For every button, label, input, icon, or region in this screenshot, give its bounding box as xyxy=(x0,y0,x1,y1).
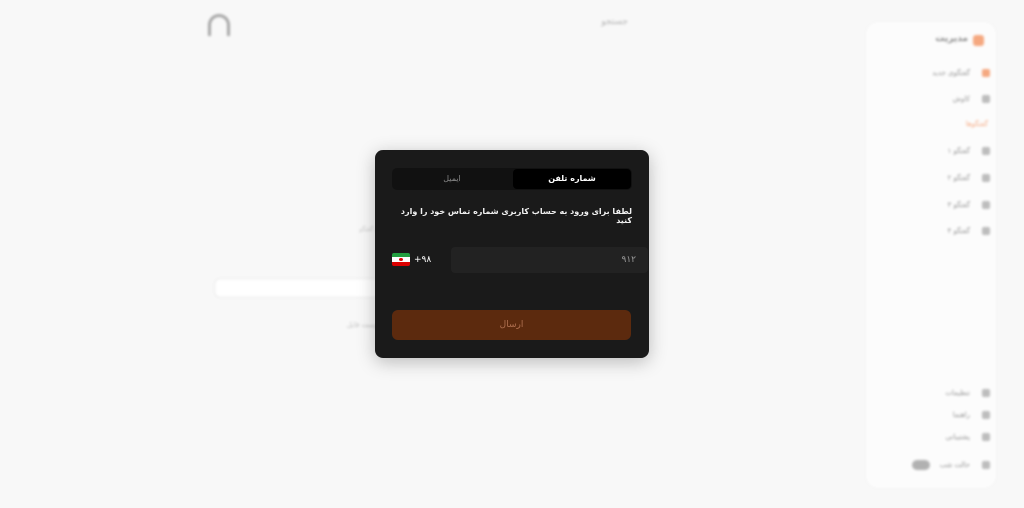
login-modal: شماره تلفن ایمیل لطفا برای ورود به حساب … xyxy=(375,150,649,358)
submit-button[interactable]: ارسال xyxy=(392,310,631,340)
iran-flag-icon xyxy=(392,253,410,266)
phone-row: +۹۸ xyxy=(392,247,648,273)
tab-email[interactable]: ایمیل xyxy=(393,169,511,189)
country-code: +۹۸ xyxy=(414,255,432,265)
tab-phone-number[interactable]: شماره تلفن xyxy=(513,169,631,189)
login-instruction: لطفا برای ورود به حساب کاربری شماره تماس… xyxy=(400,207,632,225)
login-method-tabs: شماره تلفن ایمیل xyxy=(392,168,632,190)
phone-number-input[interactable] xyxy=(451,247,648,273)
